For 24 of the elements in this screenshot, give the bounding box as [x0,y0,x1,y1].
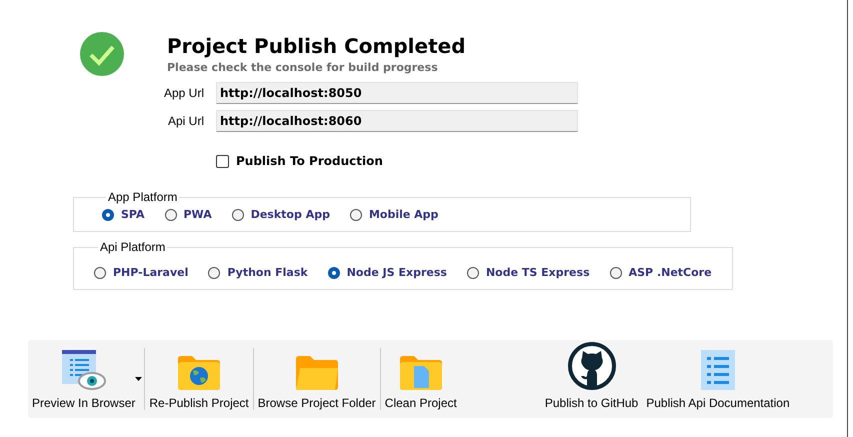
toolbar-button[interactable]: Publish Api Documentation [642,340,794,418]
dialog-title: Project Publish Completed [167,34,466,58]
url-field[interactable]: http://localhost:8060 [216,110,578,132]
radio-label: Mobile App [368,208,438,221]
radio-label: Desktop App [250,208,330,221]
toolbar-button[interactable]: Browse Project Folder [254,340,380,418]
radio-label: PWA [184,208,212,221]
toolbar-button[interactable]: Preview In Browser [28,340,140,418]
toolbar-button[interactable]: Re-Publish Project [145,340,253,418]
radio-label: ASP .NetCore [628,266,712,279]
field-label: App Url [162,86,204,100]
field-label: Api Url [166,114,204,128]
radio-label: Node TS Express [486,266,590,279]
radio-label: PHP-Laravel [113,266,188,279]
group-title: App Platform [107,190,178,204]
url-field[interactable]: http://localhost:8050 [216,82,578,104]
toolbar-button[interactable]: Publish to GitHub [540,340,642,418]
checkbox-label: Publish To Production [236,154,383,168]
toolbar-button[interactable]: Clean Project [380,340,461,418]
radio-label: Node JS Express [346,266,447,279]
group-title: Api Platform [99,240,166,254]
radio-label: Python Flask [227,266,308,279]
status-message: Please check the console for build progress [167,61,439,74]
radio-label: SPA [121,208,144,221]
